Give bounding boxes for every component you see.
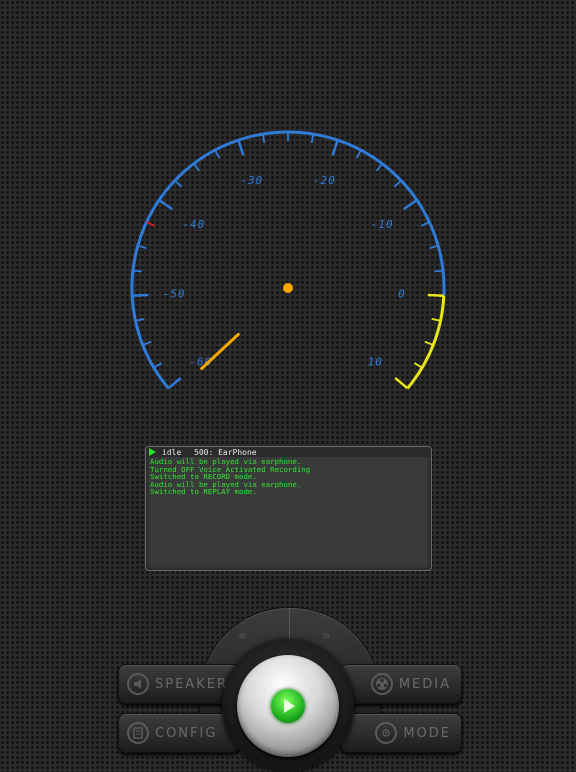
config-label: CONFIG [155, 725, 218, 741]
meter-tick [132, 269, 143, 273]
meter-tick [376, 163, 383, 172]
media-button[interactable]: MEDIA [340, 664, 462, 704]
play-icon [284, 699, 295, 713]
meter-tick [261, 133, 266, 144]
meter-tick [158, 199, 174, 211]
log-lines: Audio will be played via earphone. Turne… [146, 457, 431, 497]
meter-label-minus10: -10 [371, 218, 394, 231]
meter-tick [137, 244, 147, 250]
meter-label-minus40: -40 [182, 218, 205, 231]
meter-tick [427, 293, 444, 298]
meter-tick [429, 244, 439, 250]
meter-tick [153, 362, 163, 369]
meter-tick [424, 340, 434, 346]
meter-tick [394, 377, 409, 390]
mode-button[interactable]: MODE [340, 713, 462, 753]
meter-tick [167, 377, 182, 390]
meter-tick [393, 179, 402, 188]
meter-label-10: 10 [368, 355, 383, 368]
meter-tick [355, 149, 362, 159]
log-header: idle 500: EarPhone [146, 447, 431, 457]
config-button[interactable]: CONFIG [118, 713, 240, 753]
meter-tick [433, 269, 444, 273]
status-text: idle [162, 447, 182, 457]
meter-tick [413, 362, 423, 369]
meter-tick [431, 318, 441, 322]
meter-ticks [132, 132, 444, 390]
level-meter: -60 -50 -40 -30 -20 -10 0 10 [130, 130, 446, 390]
audio-route-text: 500: EarPhone [194, 447, 257, 457]
meter-pivot [283, 283, 293, 293]
meter-tick [402, 199, 418, 211]
film-reel-icon [370, 673, 393, 695]
meter-tick [132, 293, 149, 298]
meter-needle [200, 332, 240, 370]
meter-label-minus30: -30 [240, 174, 263, 187]
media-label: MEDIA [398, 676, 451, 692]
meter-scale-arc [130, 130, 446, 390]
meter-tick [174, 179, 183, 188]
mode-label: MODE [403, 725, 451, 741]
meter-tick [135, 318, 145, 322]
meter-tick [420, 221, 430, 227]
mode-icon [375, 722, 398, 744]
meter-tick [146, 221, 156, 227]
play-state-icon [149, 448, 156, 456]
fast-forward-button[interactable]: » [322, 628, 330, 644]
meter-labels: -60 -50 -40 -30 -20 -10 0 10 [163, 174, 406, 368]
meter-label-minus50: -50 [163, 288, 186, 301]
meter-tick [142, 340, 152, 346]
log-line: Switched to REPLAY mode. [150, 487, 257, 497]
rewind-button[interactable]: « [238, 628, 246, 644]
meter-tick [193, 163, 200, 172]
config-icon [127, 722, 149, 744]
log-panel[interactable]: idle 500: EarPhone Audio will be played … [145, 446, 432, 571]
meter-label-minus20: -20 [313, 174, 336, 187]
play-button[interactable] [271, 689, 305, 723]
meter-tick [237, 139, 245, 156]
meter-tick [214, 149, 221, 159]
speaker-icon [127, 673, 149, 695]
speaker-label: SPEAKER [155, 676, 228, 692]
meter-label-0: 0 [398, 288, 406, 301]
meter-tick [331, 139, 339, 156]
